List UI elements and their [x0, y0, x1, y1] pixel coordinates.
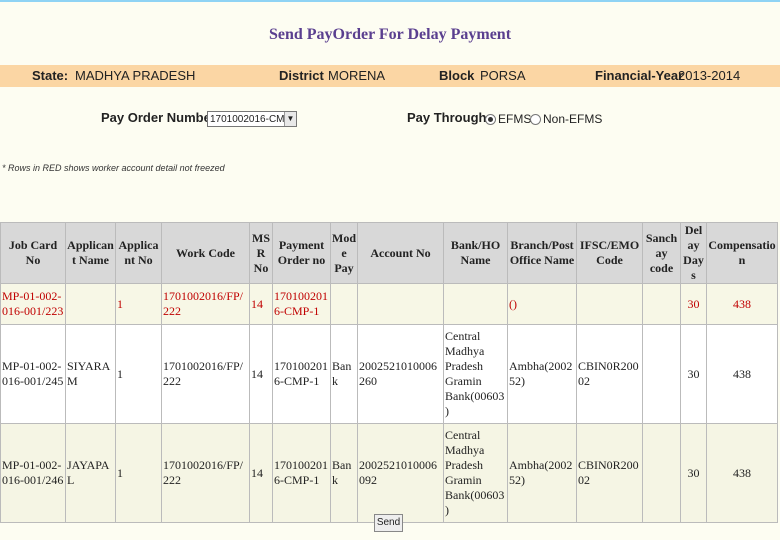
- cell-delay-days: 30: [680, 283, 707, 325]
- col-header: Job Card No: [0, 222, 66, 284]
- cell-applicant-name: SIYARAM: [65, 324, 116, 424]
- radio-non-efms[interactable]: Non-EFMS: [530, 112, 602, 126]
- col-header: Account No: [357, 222, 444, 284]
- col-header: Mode Pay: [330, 222, 358, 284]
- cell-branch: (): [507, 283, 577, 325]
- radio-checked-icon: [485, 114, 496, 126]
- fy-label: Financial-Year: [595, 68, 684, 83]
- block-label: Block: [439, 68, 475, 83]
- cell-job-card: MP-01-002-016-001/246: [0, 423, 66, 523]
- cell-job-card: MP-01-002-016-001/223: [0, 283, 66, 325]
- cell-compensation: 438: [706, 324, 778, 424]
- cell-msr-no: 14: [249, 324, 273, 424]
- col-header: Work Code: [161, 222, 250, 284]
- cell-account-no: [357, 283, 444, 325]
- cell-sanchay: [642, 324, 681, 424]
- cell-mode-pay: [330, 283, 358, 325]
- cell-bank-name: [443, 283, 508, 325]
- state-label: State:: [32, 68, 69, 83]
- cell-branch: Ambha(200252): [507, 324, 577, 424]
- top-border: [0, 0, 780, 2]
- col-header: Delay Days: [680, 222, 707, 284]
- col-header: Applicant No: [115, 222, 162, 284]
- pay-order-label: Pay Order Number: [101, 110, 216, 125]
- cell-bank-name: Central Madhya Pradesh Gramin Bank(00603…: [443, 423, 508, 523]
- fy-value: 2013-2014: [678, 68, 741, 83]
- table-row: MP-01-002-016-001/246 JAYAPAL 1 17010020…: [0, 423, 778, 523]
- cell-sanchay: [642, 423, 681, 523]
- cell-payment-order: 1701002016-CMP-1: [272, 324, 331, 424]
- info-bar: State: MADHYA PRADESH District MORENA Bl…: [0, 65, 780, 87]
- cell-bank-name: Central Madhya Pradesh Gramin Bank(00603…: [443, 324, 508, 424]
- red-rows-note: * Rows in RED shows worker account detai…: [2, 163, 225, 173]
- page-title: Send PayOrder For Delay Payment: [268, 26, 512, 43]
- cell-msr-no: 14: [249, 283, 273, 325]
- cell-work-code: 1701002016/FP/222: [161, 324, 250, 424]
- col-header: Applicant Name: [65, 222, 116, 284]
- cell-applicant-name: JAYAPAL: [65, 423, 116, 523]
- cell-compensation: 438: [706, 283, 778, 325]
- pay-order-select[interactable]: 1701002016-CMP-1 ▼: [207, 111, 297, 127]
- payorder-table: Job Card No Applicant Name Applicant No …: [0, 222, 778, 523]
- cell-work-code: 1701002016/FP/222: [161, 423, 250, 523]
- col-header: Compensation: [706, 222, 778, 284]
- col-header: Payment Order no: [272, 222, 331, 284]
- col-header: Bank/HO Name: [443, 222, 508, 284]
- district-label: District: [279, 68, 324, 83]
- cell-applicant-no: 1: [115, 423, 162, 523]
- cell-msr-no: 14: [249, 423, 273, 523]
- table-row: MP-01-002-016-001/223 1 1701002016/FP/22…: [0, 283, 778, 325]
- cell-job-card: MP-01-002-016-001/245: [0, 324, 66, 424]
- cell-delay-days: 30: [680, 423, 707, 523]
- cell-applicant-no: 1: [115, 324, 162, 424]
- cell-mode-pay: Bank: [330, 324, 358, 424]
- cell-account-no: 20025210100060​92: [357, 423, 444, 523]
- col-header: Branch/Post Office Name: [507, 222, 577, 284]
- cell-sanchay: [642, 283, 681, 325]
- cell-branch: Ambha(200252): [507, 423, 577, 523]
- cell-applicant-no: 1: [115, 283, 162, 325]
- radio-unchecked-icon: [530, 114, 541, 126]
- chevron-down-icon: ▼: [284, 112, 296, 126]
- cell-mode-pay: Bank: [330, 423, 358, 523]
- col-header: MSR No: [249, 222, 273, 284]
- pay-through-label: Pay Through: [407, 110, 487, 125]
- col-header: IFSC/EMO Code: [576, 222, 643, 284]
- cell-ifsc: CBIN0R20002: [576, 324, 643, 424]
- district-value: MORENA: [328, 68, 386, 83]
- state-value: MADHYA PRADESH: [75, 68, 196, 83]
- radio-efms[interactable]: EFMS: [485, 112, 531, 126]
- cell-delay-days: 30: [680, 324, 707, 424]
- cell-payment-order: 1701002016-CMP-1: [272, 283, 331, 325]
- cell-account-no: 20025210100062​60: [357, 324, 444, 424]
- cell-payment-order: 1701002016-CMP-1: [272, 423, 331, 523]
- cell-ifsc: CBIN0R20002: [576, 423, 643, 523]
- cell-work-code: 1701002016/FP/222: [161, 283, 250, 325]
- table-header-row: Job Card No Applicant Name Applicant No …: [0, 222, 778, 284]
- cell-compensation: 438: [706, 423, 778, 523]
- table-row: MP-01-002-016-001/245 SIYARAM 1 17010020…: [0, 324, 778, 424]
- cell-applicant-name: [65, 283, 116, 325]
- radio-efms-label: EFMS: [498, 112, 532, 126]
- cell-ifsc: [576, 283, 643, 325]
- block-value: PORSA: [480, 68, 526, 83]
- radio-non-efms-label: Non-EFMS: [543, 112, 603, 126]
- col-header: Sanchay code: [642, 222, 681, 284]
- send-button[interactable]: Send: [374, 514, 403, 532]
